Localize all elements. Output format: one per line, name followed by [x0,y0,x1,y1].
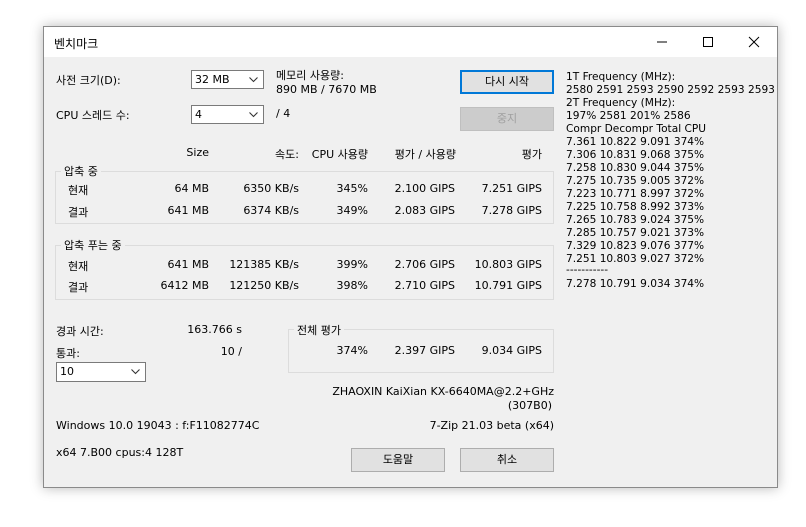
row-rating-usage: 2.710 GIPS [394,279,455,292]
title-bar: 벤치마크 [44,27,777,57]
header-size: Size [186,146,209,159]
header-speed: 속도: [275,148,299,161]
threads-total: / 4 [276,107,291,120]
row-rating-usage: 2.706 GIPS [394,258,455,271]
row-cpu: 349% [336,204,368,217]
threads-label: CPU 스레드 수: [56,109,130,122]
close-button[interactable] [731,27,777,57]
header-cpu: CPU 사용량 [311,148,368,161]
minimize-icon [657,41,667,43]
row-speed: 6350 KB/s [243,182,299,195]
row-rating: 10.803 GIPS [474,258,542,271]
stop-button[interactable]: 중지 [460,107,554,131]
maximize-button[interactable] [685,27,731,57]
benchmark-window: 벤치마크 사전 크기(D): 32 MB 메모리 사용량: 890 MB / 7… [43,26,778,488]
row-cpu: 398% [336,279,368,292]
row-label: 현재 [68,184,89,197]
header-rating-usage: 평가 / 사용량 [394,148,456,161]
memory-label: 메모리 사용량: [276,69,344,82]
row-label: 결과 [68,281,89,294]
row-speed: 121250 KB/s [229,279,299,292]
log-line: 7.278 10.791 9.034 374% [566,278,705,290]
log-line: 7.285 10.757 9.021 373% [566,227,705,239]
elapsed-label: 경과 시간: [56,325,104,338]
total-rating-usage: 2.397 GIPS [394,344,455,357]
build-info: x64 7.B00 cpus:4 128T [56,446,184,459]
threads-value: 4 [195,108,202,121]
row-speed: 121385 KB/s [229,258,299,271]
row-cpu: 345% [336,182,368,195]
chevron-down-icon [249,77,258,83]
row-size: 641 MB [167,204,209,217]
minimize-button[interactable] [639,27,685,57]
log-line: 7.306 10.831 9.068 375% [566,149,705,161]
version-info: 7-Zip 21.03 beta (x64) [429,419,554,432]
row-rating: 10.791 GIPS [474,279,542,292]
row-size: 6412 MB [160,279,209,292]
chevron-down-icon [249,112,258,118]
os-info: Windows 10.0 19043 : f:F11082774C [56,419,260,432]
row-cpu: 399% [336,258,368,271]
row-rating: 7.251 GIPS [481,182,542,195]
cpu-id: (307B0) [507,399,552,412]
passes-label: 통과: [56,347,80,360]
total-rating: 9.034 GIPS [481,344,542,357]
log-line: 7.361 10.822 9.091 374% [566,136,705,148]
log-line: 7.223 10.771 8.997 372% [566,188,705,200]
window-title: 벤치마크 [54,37,99,51]
row-label: 현재 [68,260,89,273]
decompress-group-title: 압축 푸는 중 [61,237,125,253]
close-icon [748,36,760,48]
passes-select-value: 10 [60,365,74,378]
log-line: 2580 2591 2593 2590 2592 2593 2593 [566,84,775,96]
header-rating: 평가 [521,148,542,161]
row-size: 641 MB [167,258,209,271]
compress-group-title: 압축 중 [61,163,101,179]
cancel-button[interactable]: 취소 [460,448,554,472]
row-size: 64 MB [174,182,209,195]
elapsed-value: 163.766 s [187,323,242,336]
chevron-down-icon [131,369,140,375]
log-line: 7.258 10.830 9.044 375% [566,162,705,174]
frequency-log: 1T Frequency (MHz): 2580 2591 2593 2590 … [566,71,775,291]
row-rating-usage: 2.100 GIPS [394,182,455,195]
log-line: ----------- [566,264,609,276]
log-line: 197% 2581 201% 2586 [566,110,691,122]
row-rating: 7.278 GIPS [481,204,542,217]
passes-value: 10 / [220,345,242,358]
log-line: Compr Decompr Total CPU [566,123,707,135]
row-label: 결과 [68,206,89,219]
help-button[interactable]: 도움말 [351,448,445,472]
restart-button[interactable]: 다시 시작 [460,70,554,94]
log-line: 7.275 10.735 9.005 372% [566,175,705,187]
dict-size-select[interactable]: 32 MB [191,70,264,89]
log-line: 7.265 10.783 9.024 375% [566,214,705,226]
log-line: 7.225 10.758 8.992 373% [566,201,705,213]
maximize-icon [703,37,713,47]
threads-select[interactable]: 4 [191,105,264,124]
log-line: 2T Frequency (MHz): [566,97,676,109]
cpu-name: ZHAOXIN KaiXian KX-6640MA@2.2+GHz [332,385,554,398]
total-rating-title: 전체 평가 [294,322,344,338]
total-cpu: 374% [336,344,368,357]
passes-select[interactable]: 10 [56,362,146,382]
memory-value: 890 MB / 7670 MB [276,83,377,96]
dict-size-value: 32 MB [195,73,230,86]
log-line: 1T Frequency (MHz): [566,71,676,83]
row-speed: 6374 KB/s [243,204,299,217]
dict-size-label: 사전 크기(D): [56,74,121,87]
row-rating-usage: 2.083 GIPS [394,204,455,217]
log-line: 7.329 10.823 9.076 377% [566,240,705,252]
